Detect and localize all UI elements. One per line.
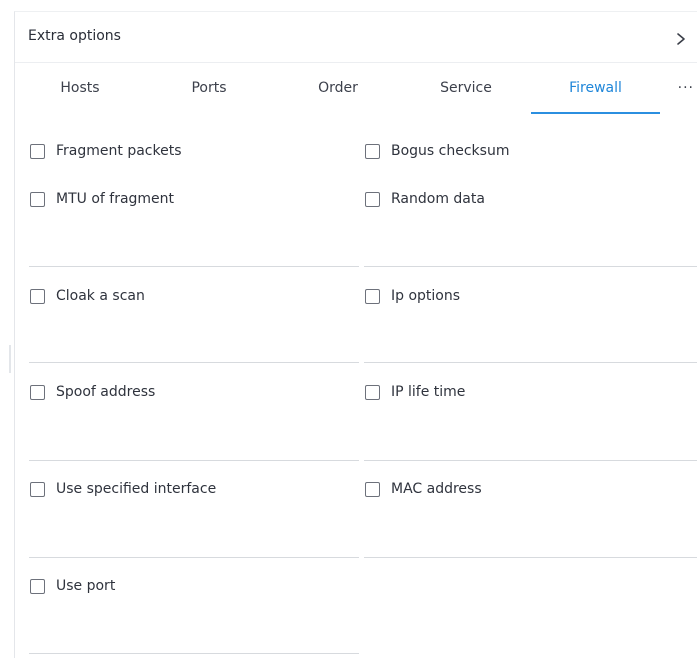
chevron-right-icon[interactable] [674, 32, 688, 46]
tab-label: Firewall [569, 80, 622, 96]
mtu-of-fragment-label: MTU of fragment [56, 191, 175, 207]
cloak-a-scan-label: Cloak a scan [56, 288, 145, 304]
use-specified-interface-checkbox[interactable] [30, 481, 45, 497]
panel-title: Extra options [28, 28, 121, 44]
ip-life-time-label: IP life time [391, 384, 466, 400]
tab-firewall[interactable]: Firewall [531, 80, 660, 114]
random-data-option[interactable]: Random data [365, 189, 485, 209]
tab-order[interactable]: Order [299, 80, 377, 114]
ip-options-label: Ip options [391, 288, 461, 304]
cloak-a-scan-option[interactable]: Cloak a scan [30, 286, 145, 306]
ip-options-input[interactable] [364, 362, 697, 363]
mac-address-option[interactable]: MAC address [365, 479, 482, 499]
spoof-address-checkbox[interactable] [30, 384, 45, 400]
mac-address-label: MAC address [391, 481, 482, 497]
spoof-address-option[interactable]: Spoof address [30, 382, 155, 402]
use-specified-interface-label: Use specified interface [56, 481, 217, 497]
active-tab-indicator [531, 112, 660, 114]
spoof-address-label: Spoof address [56, 384, 156, 400]
use-port-checkbox[interactable] [30, 578, 45, 594]
ip-options-checkbox[interactable] [365, 288, 380, 304]
cloak-a-scan-checkbox[interactable] [30, 288, 45, 304]
tab-label: Ports [191, 80, 227, 96]
bogus-checksum-label: Bogus checksum [391, 143, 510, 159]
random-data-checkbox[interactable] [365, 191, 380, 207]
mac-address-input[interactable] [364, 557, 697, 558]
more-tabs-icon[interactable]: ··· [678, 80, 694, 96]
fragment-packets-checkbox[interactable] [30, 143, 45, 159]
spoof-address-input[interactable] [29, 460, 359, 461]
panel-header[interactable]: Extra options [15, 12, 697, 63]
use-port-label: Use port [56, 578, 116, 594]
tab-label: Hosts [60, 80, 100, 96]
bogus-checksum-checkbox[interactable] [365, 143, 380, 159]
random-data-label: Random data [391, 191, 485, 207]
random-data-input[interactable] [364, 266, 697, 267]
mtu-of-fragment-input[interactable] [29, 266, 359, 267]
use-port-input[interactable] [29, 653, 359, 654]
use-specified-interface-option[interactable]: Use specified interface [30, 479, 216, 499]
tab-bar: Hosts Ports Order Service Firewall ··· [15, 74, 697, 116]
resize-handle[interactable] [9, 345, 11, 373]
fragment-packets-label: Fragment packets [56, 143, 182, 159]
mac-address-checkbox[interactable] [365, 481, 380, 497]
use-specified-interface-input[interactable] [29, 557, 359, 558]
tab-hosts[interactable]: Hosts [41, 80, 119, 114]
use-port-option[interactable]: Use port [30, 576, 115, 596]
cloak-a-scan-input[interactable] [29, 362, 359, 363]
tab-ports[interactable]: Ports [170, 80, 248, 114]
ip-life-time-option[interactable]: IP life time [365, 382, 465, 402]
ip-life-time-checkbox[interactable] [365, 384, 380, 400]
tab-label: Order [318, 80, 358, 96]
mtu-of-fragment-option[interactable]: MTU of fragment [30, 189, 174, 209]
extra-options-panel: Extra options Hosts Ports Order Service … [14, 11, 697, 658]
tab-label: Service [440, 80, 492, 96]
mtu-of-fragment-checkbox[interactable] [30, 191, 45, 207]
fragment-packets-option[interactable]: Fragment packets [30, 141, 182, 161]
ip-options-option[interactable]: Ip options [365, 286, 460, 306]
ip-life-time-input[interactable] [364, 460, 697, 461]
tab-service[interactable]: Service [427, 80, 505, 114]
bogus-checksum-option[interactable]: Bogus checksum [365, 141, 509, 161]
